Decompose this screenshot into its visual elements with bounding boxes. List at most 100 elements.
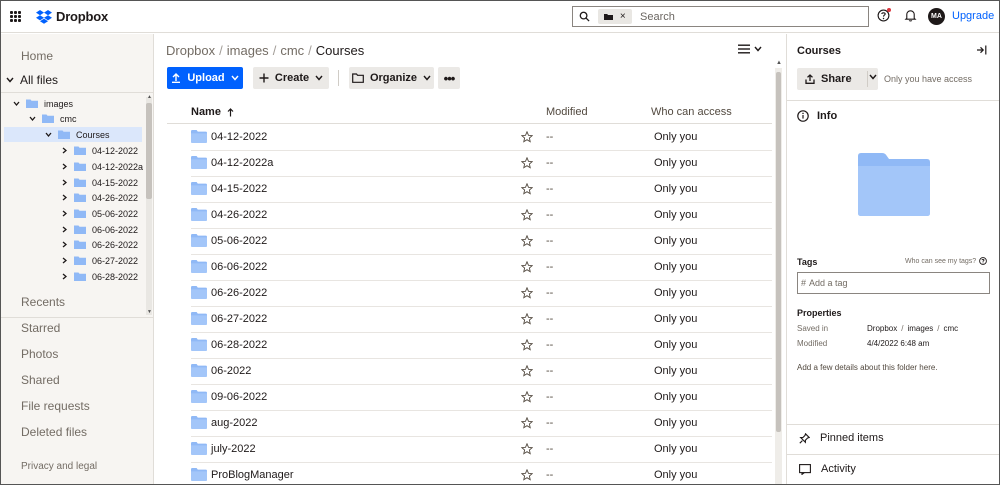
tree-item-subfolder[interactable]: 05-06-2022	[60, 206, 138, 221]
tree-item-subfolder[interactable]: 04-26-2022	[60, 190, 138, 205]
table-row[interactable]: 04-15-2022 -- Only you	[191, 177, 772, 203]
nav-deleted-files[interactable]: Deleted files	[21, 425, 87, 439]
file-name[interactable]: 06-06-2022	[211, 261, 267, 273]
add-details-text[interactable]: Add a few details about this folder here…	[797, 363, 938, 372]
chevron-right-icon[interactable]	[60, 163, 68, 170]
file-name[interactable]: 06-26-2022	[211, 287, 267, 299]
tree-item-subfolder[interactable]: 06-26-2022	[60, 237, 138, 252]
tree-scrollbar-thumb[interactable]	[146, 103, 152, 199]
user-avatar[interactable]: MA	[928, 8, 945, 25]
file-name[interactable]: 06-2022	[211, 365, 251, 377]
star-icon[interactable]	[521, 417, 533, 429]
saved-in-path-item[interactable]: images	[907, 324, 933, 333]
star-icon[interactable]	[521, 183, 533, 195]
star-icon[interactable]	[521, 339, 533, 351]
privacy-legal-link[interactable]: Privacy and legal	[21, 461, 97, 472]
file-name[interactable]: aug-2022	[211, 417, 258, 429]
bell-icon[interactable]	[904, 9, 917, 22]
tree-item-cmc[interactable]: cmc	[28, 111, 77, 126]
column-header-modified[interactable]: Modified	[546, 106, 588, 118]
table-row[interactable]: 06-28-2022 -- Only you	[191, 333, 772, 359]
tree-item-subfolder[interactable]: 06-28-2022	[60, 269, 138, 284]
nav-file-requests[interactable]: File requests	[21, 399, 90, 413]
file-name[interactable]: 05-06-2022	[211, 235, 267, 247]
view-mode-toggle[interactable]	[738, 44, 762, 54]
file-name[interactable]: 04-12-2022	[211, 131, 267, 143]
scroll-down-icon[interactable]: ▼	[147, 309, 152, 315]
tree-item-courses[interactable]: Courses	[44, 127, 110, 142]
breadcrumb-item[interactable]: images	[227, 43, 269, 58]
tree-item-subfolder[interactable]: 04-12-2022a	[60, 159, 143, 174]
tree-item-images[interactable]: images	[12, 96, 73, 111]
nav-starred[interactable]: Starred	[21, 321, 60, 335]
table-row[interactable]: 04-26-2022 -- Only you	[191, 203, 772, 229]
star-icon[interactable]	[521, 287, 533, 299]
file-name[interactable]: july-2022	[211, 443, 256, 455]
pinned-items-section[interactable]: Pinned items	[799, 432, 884, 444]
collapse-panel-icon[interactable]	[976, 45, 987, 55]
table-row[interactable]: 06-26-2022 -- Only you	[191, 281, 772, 307]
upload-button[interactable]: Upload	[167, 67, 243, 89]
breadcrumb-item[interactable]: cmc	[280, 43, 304, 58]
saved-in-path-item[interactable]: Dropbox	[867, 324, 897, 333]
chevron-down-icon[interactable]	[869, 74, 877, 80]
file-name[interactable]: ProBlogManager	[211, 469, 294, 481]
more-actions-button[interactable]: •••	[438, 67, 460, 89]
table-row[interactable]: 06-06-2022 -- Only you	[191, 255, 772, 281]
tree-item-subfolder[interactable]: 06-06-2022	[60, 222, 138, 237]
chip-close-icon[interactable]: ×	[620, 11, 626, 22]
tag-input-box[interactable]: #	[797, 272, 990, 294]
scroll-up-icon[interactable]: ▲	[147, 94, 152, 100]
file-name[interactable]: 09-06-2022	[211, 391, 267, 403]
share-button[interactable]: Share	[797, 68, 878, 90]
star-icon[interactable]	[521, 313, 533, 325]
tree-item-subfolder[interactable]: 06-27-2022	[60, 253, 138, 268]
nav-recents[interactable]: Recents	[21, 295, 65, 309]
star-icon[interactable]	[521, 469, 533, 481]
file-name[interactable]: 06-28-2022	[211, 339, 267, 351]
nav-all-files[interactable]: All files	[6, 73, 58, 87]
file-name[interactable]: 04-15-2022	[211, 183, 267, 195]
search-box[interactable]: ×	[572, 6, 869, 27]
table-row[interactable]: 09-06-2022 -- Only you	[191, 385, 772, 411]
chevron-right-icon[interactable]	[60, 273, 68, 280]
star-icon[interactable]	[521, 157, 533, 169]
tree-item-subfolder[interactable]: 04-12-2022	[60, 143, 138, 158]
upgrade-link[interactable]: Upgrade	[952, 10, 994, 22]
chevron-right-icon[interactable]	[60, 241, 68, 248]
chevron-right-icon[interactable]	[60, 226, 68, 233]
scroll-up-icon[interactable]: ▲	[776, 60, 782, 66]
organize-button[interactable]: Organize	[349, 67, 434, 89]
create-button[interactable]: Create	[253, 67, 329, 89]
chevron-down-icon[interactable]	[12, 101, 20, 106]
table-row[interactable]: 06-27-2022 -- Only you	[191, 307, 772, 333]
star-icon[interactable]	[521, 209, 533, 221]
nav-photos[interactable]: Photos	[21, 347, 58, 361]
chevron-right-icon[interactable]	[60, 147, 68, 154]
table-row[interactable]: aug-2022 -- Only you	[191, 411, 772, 437]
star-icon[interactable]	[521, 391, 533, 403]
chevron-right-icon[interactable]	[60, 257, 68, 264]
nav-shared[interactable]: Shared	[21, 373, 60, 387]
star-icon[interactable]	[521, 365, 533, 377]
table-row[interactable]: 06-2022 -- Only you	[191, 359, 772, 385]
column-header-name[interactable]: Name	[191, 106, 234, 118]
chevron-down-icon[interactable]	[6, 77, 14, 83]
activity-section[interactable]: Activity	[799, 463, 856, 475]
star-icon[interactable]	[521, 235, 533, 247]
chevron-right-icon[interactable]	[60, 179, 68, 186]
file-name[interactable]: 04-26-2022	[211, 209, 267, 221]
table-row[interactable]: 04-12-2022 -- Only you	[191, 125, 772, 151]
chevron-right-icon[interactable]	[60, 210, 68, 217]
table-row[interactable]: 04-12-2022a -- Only you	[191, 151, 772, 177]
nav-home[interactable]: Home	[21, 49, 53, 63]
dropbox-logo[interactable]: Dropbox	[36, 9, 108, 24]
folder-filter-chip[interactable]: ×	[598, 9, 632, 24]
chevron-right-icon[interactable]	[60, 194, 68, 201]
search-input[interactable]	[640, 10, 840, 23]
tag-input[interactable]	[809, 278, 980, 288]
star-icon[interactable]	[521, 131, 533, 143]
table-row[interactable]: july-2022 -- Only you	[191, 437, 772, 463]
breadcrumb-item[interactable]: Dropbox	[166, 43, 215, 58]
app-grid-icon[interactable]	[10, 11, 21, 22]
